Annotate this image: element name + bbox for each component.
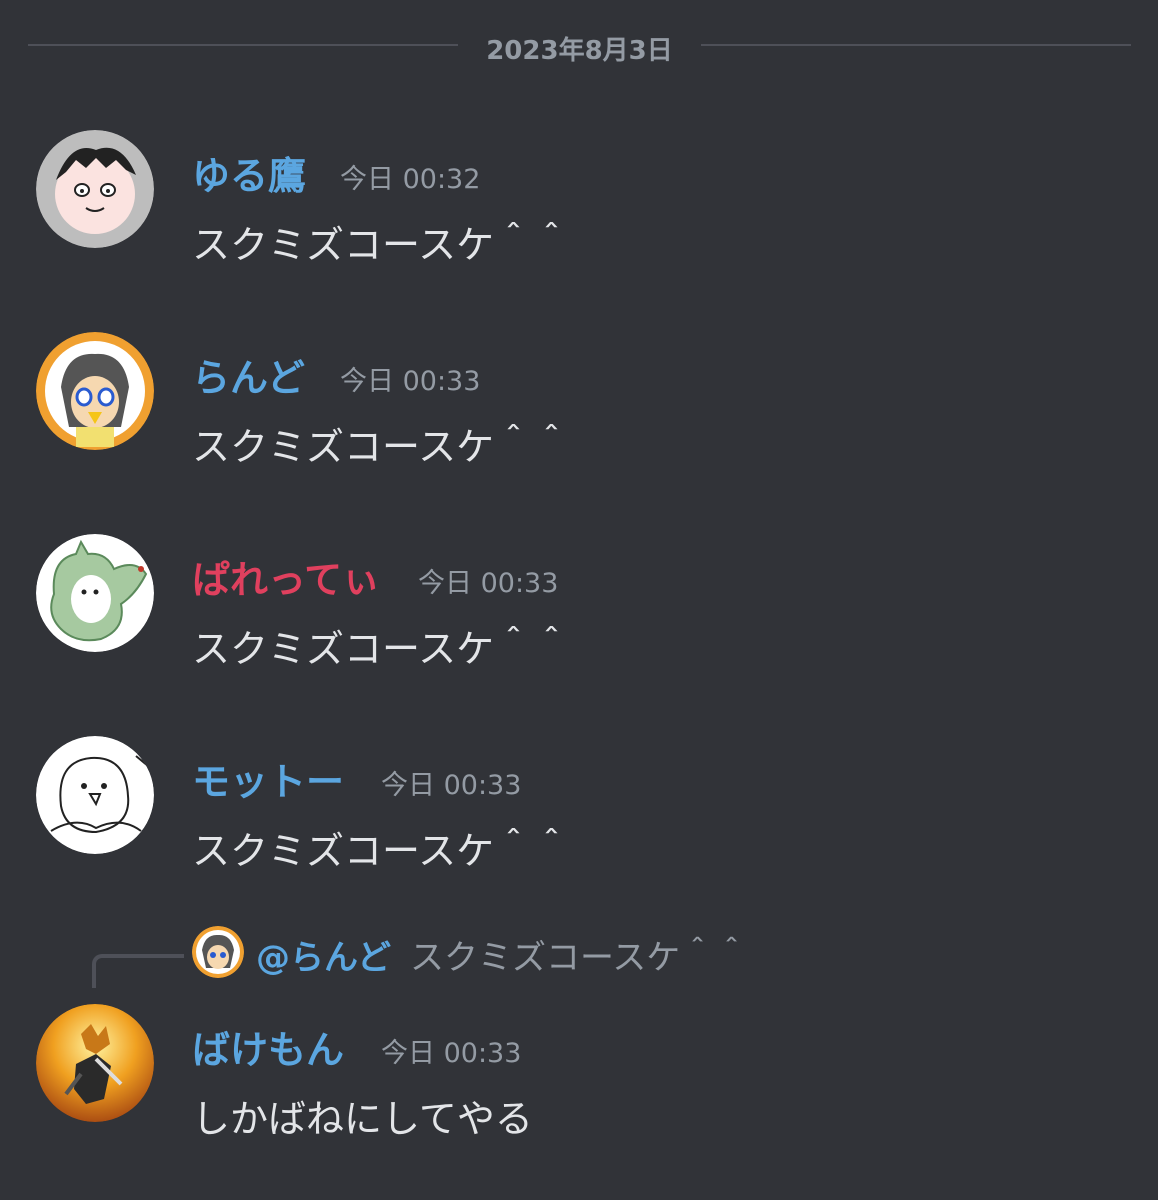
avatar[interactable] xyxy=(36,736,154,854)
date-divider-label: 2023年8月3日 xyxy=(486,36,673,66)
message-text: スクミズコースケ＾＾ xyxy=(192,627,571,671)
game-art-avatar-icon xyxy=(36,1004,154,1122)
penguin-sketch-avatar-icon xyxy=(36,736,154,854)
timestamp: 今日 00:33 xyxy=(381,770,522,801)
message-text: スクミズコースケ＾＾ xyxy=(192,425,571,469)
username[interactable]: ゆる鷹 xyxy=(192,145,306,200)
avatar[interactable] xyxy=(36,130,154,248)
doodle-face-avatar-icon xyxy=(36,130,154,248)
username[interactable]: ぱれってぃ xyxy=(192,549,380,604)
message-text: スクミズコースケ＾＾ xyxy=(192,829,571,873)
timestamp: 今日 00:32 xyxy=(340,164,481,195)
message-text: しかばねにしてやる xyxy=(192,1097,533,1141)
anime-character-avatar-icon xyxy=(36,332,154,450)
reply-mention[interactable]: @らんど xyxy=(256,930,391,979)
timestamp: 今日 00:33 xyxy=(418,568,559,599)
reply-avatar[interactable] xyxy=(192,926,244,978)
reply-connector xyxy=(92,954,184,988)
avatar[interactable] xyxy=(36,332,154,450)
timestamp: 今日 00:33 xyxy=(340,366,481,397)
username[interactable]: ばけもん xyxy=(192,1019,344,1074)
username[interactable]: モットー xyxy=(192,751,344,806)
green-creature-avatar-icon xyxy=(36,534,154,652)
message-text: スクミズコースケ＾＾ xyxy=(192,223,571,267)
date-divider: 2023年8月3日 xyxy=(28,24,1131,66)
timestamp: 今日 00:33 xyxy=(381,1038,522,1069)
divider-line-right xyxy=(701,44,1131,46)
reply-preview-text[interactable]: スクミズコースケ＾＾ xyxy=(410,930,748,979)
username[interactable]: らんど xyxy=(192,347,305,402)
anime-character-avatar-small-icon xyxy=(192,926,244,978)
avatar[interactable] xyxy=(36,1004,154,1122)
avatar[interactable] xyxy=(36,534,154,652)
